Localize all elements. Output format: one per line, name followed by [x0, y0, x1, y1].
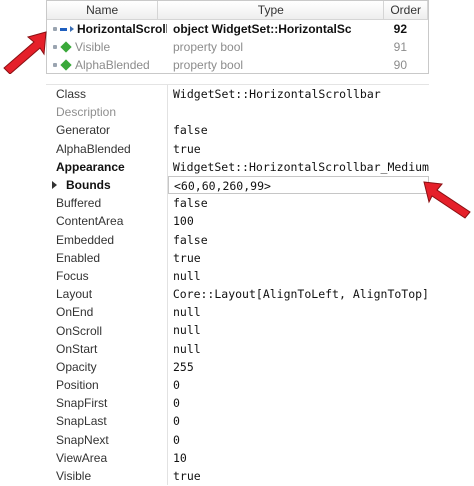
list-item-order: 91: [393, 40, 407, 54]
property-name: ContentArea: [46, 212, 168, 231]
property-row[interactable]: Layout Core::Layout[AlignToLeft, AlignToT…: [46, 285, 429, 304]
column-header-type[interactable]: Type: [158, 1, 385, 20]
property-name: Opacity: [46, 357, 168, 376]
property-name: Enabled: [46, 248, 168, 267]
property-name: SnapFirst: [46, 394, 168, 413]
list-item[interactable]: HorizontalScrollbar object WidgetSet::Ho…: [47, 20, 413, 38]
property-value[interactable]: 0: [168, 431, 429, 449]
list-item-type: property bool: [173, 40, 244, 54]
list-item-name: HorizontalScrollbar: [77, 22, 167, 36]
property-row[interactable]: Enabled true: [46, 248, 429, 267]
column-header-order[interactable]: Order: [384, 1, 428, 20]
diamond-icon: [60, 41, 72, 53]
annotation-arrow-icon: [3, 31, 47, 74]
property-value[interactable]: true: [168, 467, 429, 485]
property-value[interactable]: [168, 103, 429, 121]
property-name: Focus: [46, 266, 168, 286]
property-value[interactable]: Core::Layout[AlignToLeft, AlignToTop]: [168, 285, 429, 303]
property-name: Position: [46, 376, 168, 395]
property-row[interactable]: OnStart null: [46, 339, 429, 358]
column-header-name[interactable]: Name: [47, 1, 159, 20]
property-row[interactable]: SnapNext 0: [46, 430, 429, 449]
property-value[interactable]: null: [168, 303, 429, 321]
list-item[interactable]: Visible property bool 91: [47, 38, 413, 56]
property-name: SnapNext: [46, 430, 168, 449]
list-item[interactable]: AlphaBlended property bool 90: [47, 56, 413, 73]
property-name: Visible: [46, 466, 168, 486]
property-row[interactable]: Bounds <60,60,260,99>: [46, 175, 429, 195]
property-name: Description: [46, 103, 168, 122]
property-value[interactable]: null: [168, 267, 429, 285]
property-value[interactable]: false: [168, 231, 429, 249]
list-item-order: 92: [393, 22, 407, 36]
property-name: Generator: [46, 121, 168, 140]
property-row[interactable]: Embedded false: [46, 230, 429, 249]
property-row[interactable]: Opacity 255: [46, 357, 429, 376]
property-value[interactable]: false: [168, 121, 429, 139]
property-value[interactable]: null: [168, 340, 429, 358]
diamond-icon: [60, 59, 72, 71]
property-value[interactable]: false: [168, 194, 429, 212]
bullet-icon: [53, 45, 57, 49]
list-item-type: object WidgetSet::HorizontalScrollbar: [173, 22, 351, 36]
property-value[interactable]: WidgetSet::HorizontalScrollbar: [168, 85, 429, 103]
property-row[interactable]: Focus null: [46, 266, 429, 286]
property-row[interactable]: Buffered false: [46, 194, 429, 213]
property-name: Buffered: [46, 194, 168, 213]
property-name: ViewArea: [46, 448, 168, 467]
property-name: Appearance: [46, 157, 168, 176]
property-value[interactable]: true: [168, 249, 429, 267]
minus-icon: [60, 27, 67, 31]
property-value-editor[interactable]: <60,60,260,99>: [168, 175, 429, 195]
property-row[interactable]: Generator false: [46, 121, 429, 140]
property-row[interactable]: Visible true: [46, 466, 429, 486]
property-name: AlphaBlended: [46, 139, 168, 158]
expand-arrow-icon[interactable]: [52, 181, 57, 190]
property-value[interactable]: 0: [168, 376, 429, 394]
property-name: SnapLast: [46, 412, 168, 431]
property-name: OnScroll: [46, 321, 168, 340]
property-name: Embedded: [46, 230, 168, 249]
property-row[interactable]: SnapFirst 0: [46, 394, 429, 413]
property-value[interactable]: 10: [168, 449, 429, 467]
arrow-right-icon: [70, 26, 74, 32]
list-item-order: 90: [393, 58, 407, 72]
property-row[interactable]: Class WidgetSet::HorizontalScrollbar: [46, 85, 429, 104]
property-row[interactable]: Description: [46, 103, 429, 122]
property-row[interactable]: ViewArea 10: [46, 448, 429, 467]
property-row[interactable]: OnScroll null: [46, 321, 429, 340]
property-row[interactable]: ContentArea 100: [46, 212, 429, 231]
list-item-type: property bool: [173, 58, 244, 72]
member-list: HorizontalScrollbar object WidgetSet::Ho…: [47, 20, 413, 73]
property-value[interactable]: 100: [168, 212, 429, 230]
member-list-panel: Name Type Order HorizontalScrollbar obje…: [46, 0, 429, 74]
bullet-icon: [53, 27, 57, 31]
property-row[interactable]: Position 0: [46, 376, 429, 395]
property-value[interactable]: null: [168, 321, 429, 339]
property-grid: Class WidgetSet::HorizontalScrollbar Desc…: [46, 84, 429, 486]
bullet-icon: [53, 63, 57, 67]
property-name: Class: [46, 85, 168, 104]
property-row[interactable]: Appearance WidgetSet::HorizontalScrollbar…: [46, 157, 429, 176]
property-name: Bounds: [66, 178, 111, 193]
property-row[interactable]: OnEnd null: [46, 303, 429, 322]
property-row[interactable]: SnapLast 0: [46, 412, 429, 431]
property-name: Layout: [46, 285, 168, 304]
property-value[interactable]: 0: [168, 412, 429, 430]
property-value[interactable]: WidgetSet::HorizontalScrollbar_Medium: [168, 158, 429, 176]
property-value[interactable]: 0: [168, 394, 429, 412]
property-name: OnEnd: [46, 303, 168, 322]
property-value[interactable]: 255: [168, 358, 429, 376]
property-row[interactable]: AlphaBlended true: [46, 139, 429, 158]
list-item-name: Visible: [75, 40, 111, 54]
property-name: OnStart: [46, 339, 168, 358]
list-header: Name Type Order: [47, 1, 428, 20]
list-item-name: AlphaBlended: [75, 58, 150, 72]
property-value[interactable]: true: [168, 140, 429, 158]
